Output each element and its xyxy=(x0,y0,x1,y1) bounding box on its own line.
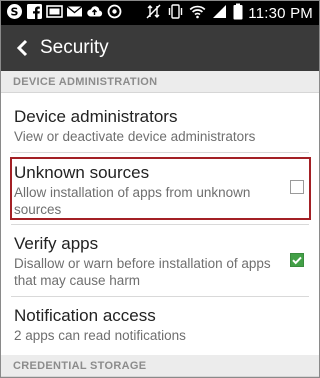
item-summary: Disallow or warn before installation of … xyxy=(14,255,319,289)
section-header-device-administration: DEVICE ADMINISTRATION xyxy=(1,71,319,93)
item-summary: View or deactivate device administrators xyxy=(14,129,256,144)
svg-text:S: S xyxy=(11,5,19,18)
checkmark-icon xyxy=(292,256,302,265)
chevron-left-icon xyxy=(16,39,28,57)
wifi-icon xyxy=(189,3,206,24)
setting-verify-apps[interactable]: Verify apps Disallow or warn before inst… xyxy=(1,234,319,289)
item-title: Verify apps xyxy=(14,234,99,253)
vibrate-icon xyxy=(167,3,184,24)
item-summary: 2 apps can read notifications xyxy=(14,328,186,343)
image-icon xyxy=(46,3,63,24)
divider xyxy=(11,224,309,225)
item-title: Notification access xyxy=(14,306,156,325)
clock: 11:30 PM xyxy=(248,4,313,22)
cloud-upload-icon xyxy=(86,3,103,24)
sync-icon xyxy=(106,3,123,24)
action-bar: Security xyxy=(1,25,319,71)
divider xyxy=(11,296,309,297)
data-disabled-icon xyxy=(145,3,162,24)
back-button[interactable] xyxy=(7,25,37,71)
setting-device-administrators[interactable]: Device administrators View or deactivate… xyxy=(1,107,319,145)
status-bar: S 11:30 PM xyxy=(1,1,319,25)
mail-icon xyxy=(66,3,83,24)
divider xyxy=(11,152,309,153)
phone-screen: S 11:30 PM Security DEVICE ADMINISTRATIO… xyxy=(0,0,320,378)
signal-icon xyxy=(211,3,228,24)
item-summary-line: that may cause harm xyxy=(14,273,141,288)
setting-notification-access[interactable]: Notification access 2 apps can read noti… xyxy=(1,306,319,344)
section-header-credential-storage: CREDENTIAL STORAGE xyxy=(1,355,319,377)
page-title: Security xyxy=(40,37,109,58)
highlight-annotation xyxy=(10,157,311,220)
verify-apps-checkbox[interactable] xyxy=(290,253,304,267)
item-summary-line: Disallow or warn before installation of … xyxy=(14,256,271,271)
skype-icon: S xyxy=(6,3,23,24)
system-icons: 11:30 PM xyxy=(140,3,313,23)
battery-icon xyxy=(233,3,243,24)
facebook-icon xyxy=(26,3,43,24)
item-title: Device administrators xyxy=(14,107,178,126)
notification-icons: S xyxy=(6,3,126,24)
